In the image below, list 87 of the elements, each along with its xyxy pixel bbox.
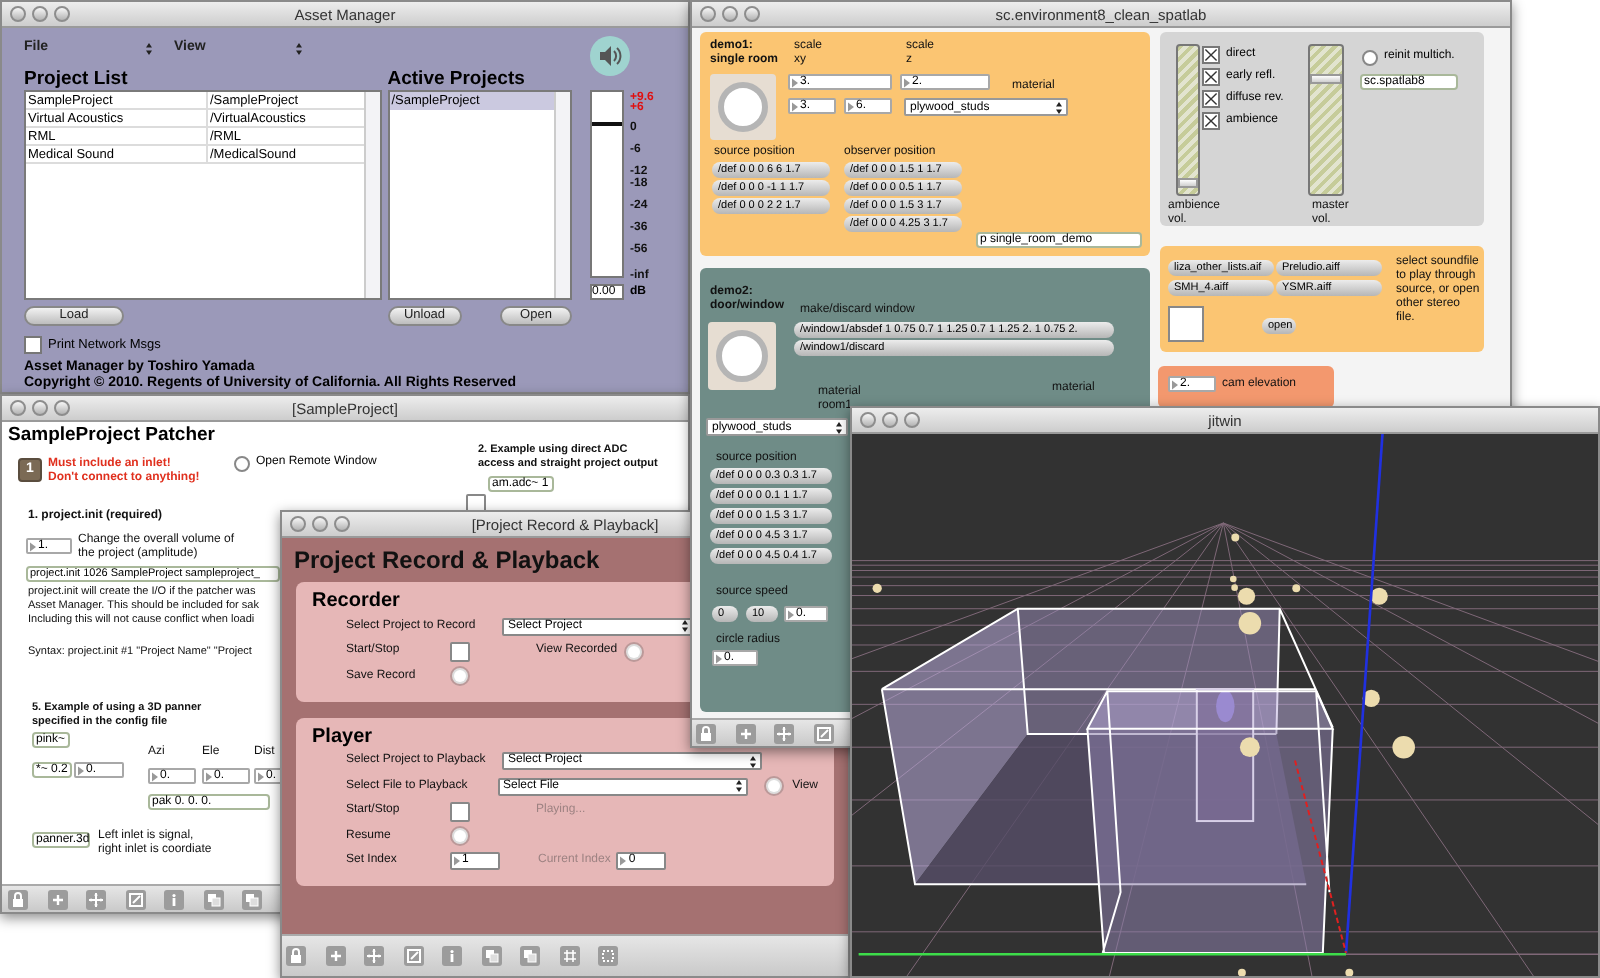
triangle-icon <box>152 771 158 781</box>
dial[interactable] <box>710 74 776 140</box>
triangle-icon <box>1172 379 1178 389</box>
plus-icon[interactable] <box>735 723 755 743</box>
info-icon[interactable] <box>442 946 462 966</box>
minimize-button[interactable] <box>882 412 898 428</box>
triangle-icon <box>716 653 722 663</box>
updown-arrows-icon <box>836 421 842 433</box>
updown-arrows-icon <box>1056 101 1062 113</box>
lock-icon[interactable] <box>286 946 306 966</box>
close-button[interactable] <box>700 6 716 22</box>
edit-icon[interactable] <box>813 723 833 743</box>
updown-arrows-icon <box>682 620 688 633</box>
move-icon[interactable] <box>86 889 106 909</box>
close-button[interactable] <box>10 6 26 22</box>
minimize-button[interactable] <box>722 6 738 22</box>
plus-icon[interactable] <box>325 946 345 966</box>
plus-icon[interactable] <box>47 889 67 909</box>
triangle-icon <box>792 77 798 87</box>
radio-button[interactable] <box>234 455 250 471</box>
window-heading: Project Record & Playback <box>292 544 602 574</box>
zoom-button[interactable] <box>54 6 70 22</box>
section-heading: Active Projects <box>387 68 527 90</box>
triangle-icon <box>30 541 36 551</box>
slider-track[interactable] <box>1308 44 1344 196</box>
radio-button[interactable] <box>450 826 470 847</box>
grid-icon[interactable] <box>559 946 579 966</box>
checkbox[interactable] <box>1202 68 1220 86</box>
updown-arrows-icon <box>736 780 743 793</box>
close-button[interactable] <box>290 516 306 532</box>
slider-thumb[interactable] <box>1310 73 1342 84</box>
dial[interactable] <box>708 322 776 390</box>
triangle-icon <box>78 765 84 775</box>
lock-icon[interactable] <box>696 723 716 743</box>
minimize-button[interactable] <box>312 516 328 532</box>
snap-icon[interactable] <box>598 946 618 966</box>
edit-icon[interactable] <box>403 946 423 966</box>
gain-slider[interactable] <box>590 90 624 278</box>
updown-arrows-icon <box>750 755 756 768</box>
triangle-icon <box>454 856 460 867</box>
checkbox[interactable] <box>450 801 470 822</box>
slider-thumb[interactable] <box>1178 177 1198 188</box>
zoom-button[interactable] <box>334 516 350 532</box>
scrollbar[interactable] <box>363 92 380 298</box>
triangle-icon <box>904 77 910 87</box>
checkbox[interactable] <box>1202 90 1220 108</box>
scrollbar[interactable] <box>554 92 570 298</box>
section-heading: Project List <box>24 68 130 90</box>
minimize-button[interactable] <box>32 6 48 22</box>
checkbox[interactable] <box>1202 112 1220 130</box>
lock-icon[interactable] <box>8 889 28 909</box>
radio-button[interactable] <box>764 776 785 797</box>
triangle-icon <box>620 856 627 867</box>
triangle-icon <box>788 609 794 619</box>
updown-arrows-icon <box>296 41 302 55</box>
triangle-icon <box>848 101 854 111</box>
move-icon[interactable] <box>774 723 794 743</box>
window-icon[interactable] <box>203 889 223 909</box>
drop-area[interactable] <box>1168 306 1204 342</box>
move-icon[interactable] <box>364 946 384 966</box>
window-icon[interactable] <box>242 889 262 909</box>
triangle-icon <box>792 101 798 111</box>
zoom-button[interactable] <box>54 400 70 416</box>
checkbox[interactable] <box>24 336 42 355</box>
speaker-icon[interactable] <box>590 36 630 76</box>
radio-button[interactable] <box>450 666 470 687</box>
edit-icon[interactable] <box>125 889 145 909</box>
zoom-button[interactable] <box>904 412 920 428</box>
triangle-icon <box>206 771 212 781</box>
radio-button[interactable] <box>623 641 644 662</box>
zoom-button[interactable] <box>744 6 760 22</box>
panel-heading: Recorder <box>312 588 400 614</box>
window-icon[interactable] <box>481 946 501 966</box>
patcher-title: SampleProject Patcher <box>8 424 215 446</box>
minimize-button[interactable] <box>32 400 48 416</box>
close-button[interactable] <box>860 412 876 428</box>
slider-track[interactable] <box>1176 44 1200 196</box>
close-button[interactable] <box>10 400 26 416</box>
radio-button[interactable] <box>1362 49 1378 65</box>
slider-thumb[interactable] <box>592 121 622 126</box>
window-icon[interactable] <box>520 946 540 966</box>
checkbox[interactable] <box>1202 46 1220 64</box>
updown-arrows-icon <box>146 41 152 55</box>
checkbox[interactable] <box>450 641 470 662</box>
info-icon[interactable] <box>164 889 184 909</box>
triangle-icon <box>258 771 264 781</box>
panel-heading: Player <box>312 723 373 749</box>
